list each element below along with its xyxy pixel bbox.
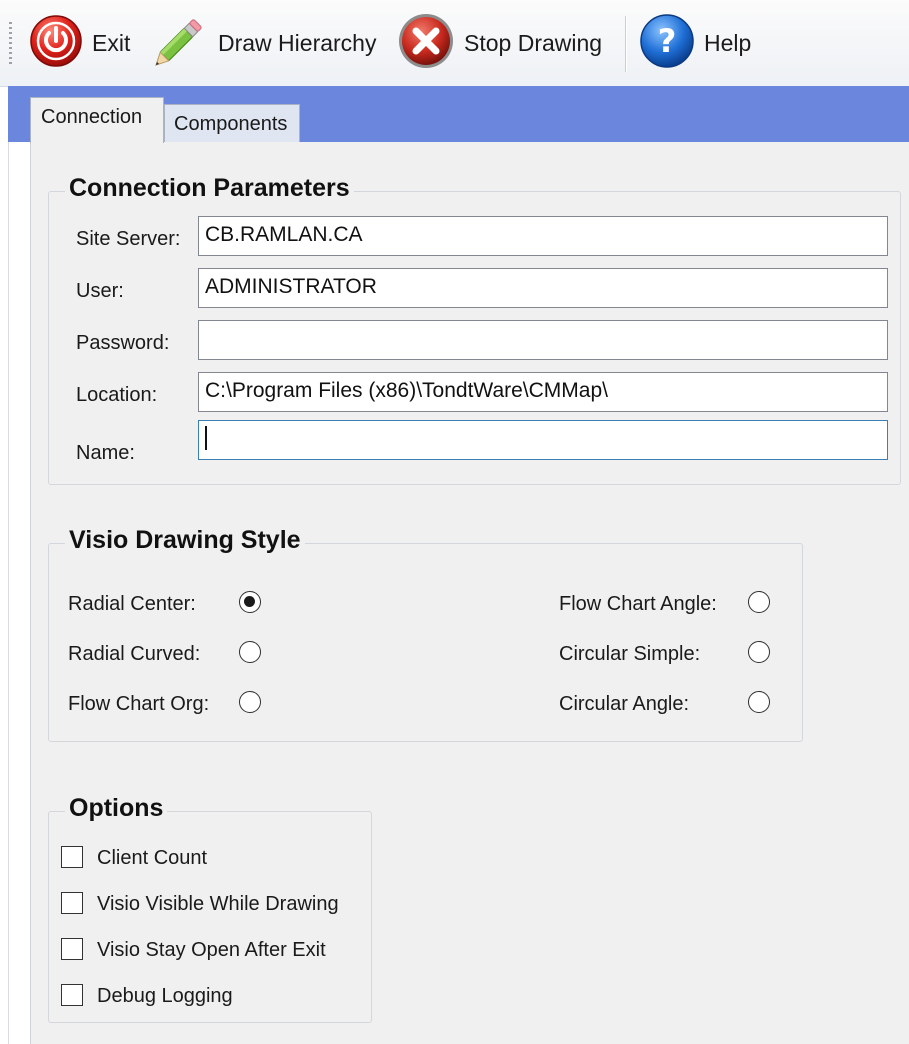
name-label: Name: — [76, 442, 135, 464]
visio-stay-open-checkbox[interactable] — [61, 938, 83, 960]
visio-stay-open-label: Visio Stay Open After Exit — [97, 939, 326, 961]
toolbar-separator — [625, 16, 626, 72]
exit-button[interactable]: Exit — [28, 10, 130, 76]
connection-tab-panel: Connection Parameters Site Server: CB.RA… — [30, 142, 909, 1044]
password-input[interactable] — [198, 320, 888, 360]
text-caret — [205, 426, 207, 451]
help-button[interactable]: ? Help — [638, 10, 751, 76]
question-mark-icon: ? — [638, 12, 696, 75]
power-icon — [28, 13, 84, 74]
circular-simple-radio[interactable] — [748, 641, 770, 663]
radial-center-label: Radial Center: — [68, 593, 196, 615]
radial-curved-label: Radial Curved: — [68, 643, 201, 665]
visio-visible-checkbox[interactable] — [61, 892, 83, 914]
circular-angle-radio[interactable] — [748, 691, 770, 713]
connection-parameters-title: Connection Parameters — [65, 174, 354, 203]
exit-label: Exit — [92, 29, 131, 56]
radial-center-radio[interactable] — [239, 591, 261, 613]
options-group: Options Client Count Visio Visible While… — [48, 794, 372, 1023]
debug-logging-checkbox[interactable] — [61, 984, 83, 1006]
svg-text:?: ? — [658, 22, 677, 60]
toolbar-grip[interactable] — [9, 22, 12, 66]
window-left-edge — [8, 142, 31, 1044]
pencil-icon — [150, 11, 210, 76]
debug-logging-label: Debug Logging — [97, 985, 233, 1007]
location-input[interactable]: C:\Program Files (x86)\TondtWare\CMMap\ — [198, 372, 888, 412]
stop-drawing-button[interactable]: Stop Drawing — [396, 10, 602, 76]
flow-chart-angle-label: Flow Chart Angle: — [559, 593, 717, 615]
user-input[interactable]: ADMINISTRATOR — [198, 268, 888, 308]
location-label: Location: — [76, 384, 158, 406]
password-label: Password: — [76, 332, 170, 354]
client-count-label: Client Count — [97, 847, 208, 869]
stop-drawing-label: Stop Drawing — [464, 29, 603, 56]
tab-connection[interactable]: Connection — [30, 97, 164, 143]
name-input[interactable] — [198, 420, 888, 460]
tab-components[interactable]: Components — [164, 104, 300, 142]
toolbar: Exit Draw Hierarchy Stop Drawing ? Help — [0, 0, 909, 87]
visio-drawing-style-group: Visio Drawing Style Radial Center: Radia… — [48, 526, 803, 742]
client-count-checkbox[interactable] — [61, 846, 83, 868]
radial-curved-radio[interactable] — [239, 641, 261, 663]
draw-hierarchy-label: Draw Hierarchy — [218, 29, 377, 56]
visio-visible-label: Visio Visible While Drawing — [97, 893, 339, 915]
flow-chart-angle-radio[interactable] — [748, 591, 770, 613]
circular-simple-label: Circular Simple: — [559, 643, 701, 665]
visio-drawing-style-title: Visio Drawing Style — [65, 526, 305, 555]
help-label: Help — [704, 29, 752, 56]
flow-chart-org-label: Flow Chart Org: — [68, 693, 210, 715]
circular-angle-label: Circular Angle: — [559, 693, 690, 715]
options-title: Options — [65, 794, 168, 823]
flow-chart-org-radio[interactable] — [239, 691, 261, 713]
site-server-input[interactable]: CB.RAMLAN.CA — [198, 216, 888, 256]
connection-parameters-group: Connection Parameters Site Server: CB.RA… — [48, 174, 901, 485]
user-label: User: — [76, 280, 124, 302]
site-server-label: Site Server: — [76, 228, 181, 250]
red-x-icon — [396, 11, 456, 76]
draw-hierarchy-button[interactable]: Draw Hierarchy — [150, 10, 376, 76]
